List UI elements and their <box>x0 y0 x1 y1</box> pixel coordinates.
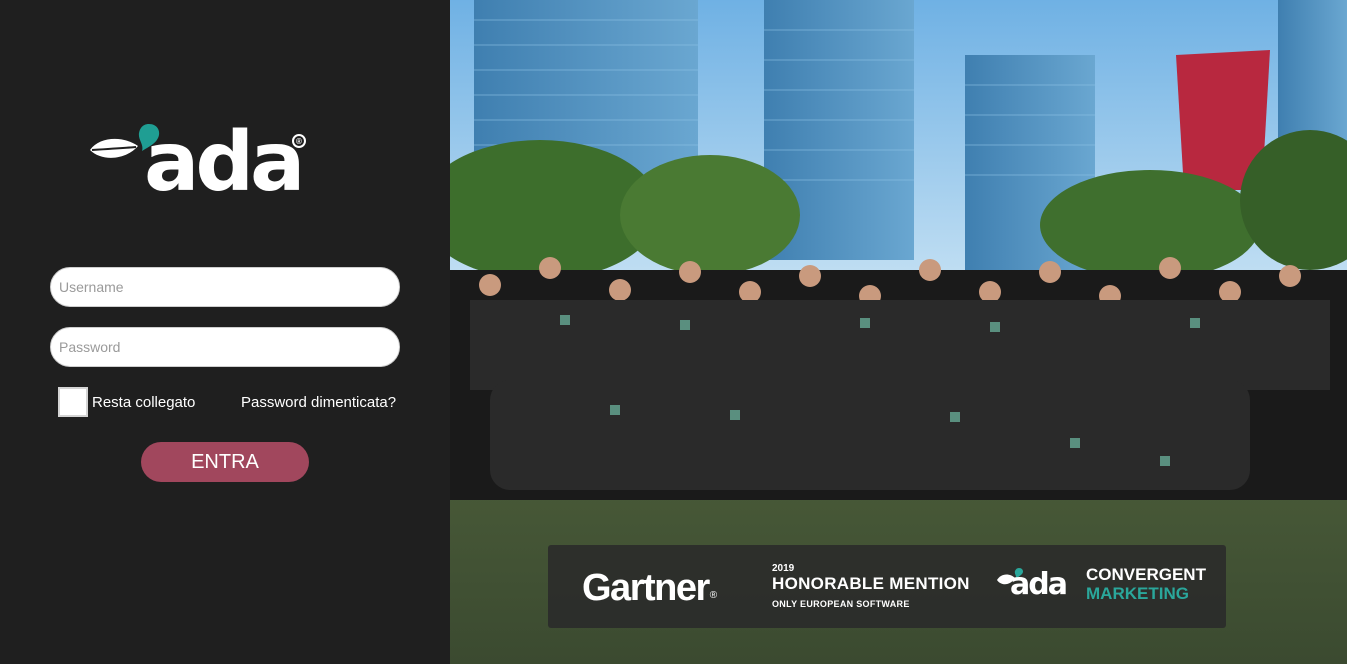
registered-mark: ® <box>292 134 306 148</box>
award-year: 2019 <box>772 563 795 574</box>
gartner-registered: ® <box>709 590 717 601</box>
gartner-text: Gartner <box>582 567 710 609</box>
password-field[interactable] <box>50 327 400 367</box>
ada-logo: ada ® <box>86 120 316 220</box>
leaf-icon <box>90 138 138 158</box>
remember-label[interactable]: Resta collegato <box>92 394 195 411</box>
convergent-text: CONVERGENT <box>1086 565 1206 584</box>
ada-mini-logo: ada <box>996 567 1078 607</box>
logo-wordmark: ada <box>144 115 305 210</box>
login-page: ada ® Resta collegato Password dimentica… <box>0 0 1347 664</box>
marketing-text: MARKETING <box>1086 584 1189 603</box>
login-button[interactable]: ENTRA <box>141 442 309 482</box>
award-title: HONORABLE MENTION <box>772 574 970 593</box>
login-panel: ada ® Resta collegato Password dimentica… <box>0 0 450 664</box>
gartner-logo: Gartner® <box>582 567 717 610</box>
remember-checkbox[interactable] <box>58 387 88 417</box>
remember-me: Resta collegato <box>58 387 195 417</box>
gartner-banner: Gartner® 2019 HONORABLE MENTION ONLY EUR… <box>548 545 1226 628</box>
mini-logo-wordmark: ada <box>1010 567 1068 602</box>
award-subtitle: ONLY EUROPEAN SOFTWARE <box>772 599 910 609</box>
username-field[interactable] <box>50 267 400 307</box>
team-photo: Gartner® 2019 HONORABLE MENTION ONLY EUR… <box>450 0 1347 664</box>
forgot-password-link[interactable]: Password dimenticata? <box>241 394 396 411</box>
